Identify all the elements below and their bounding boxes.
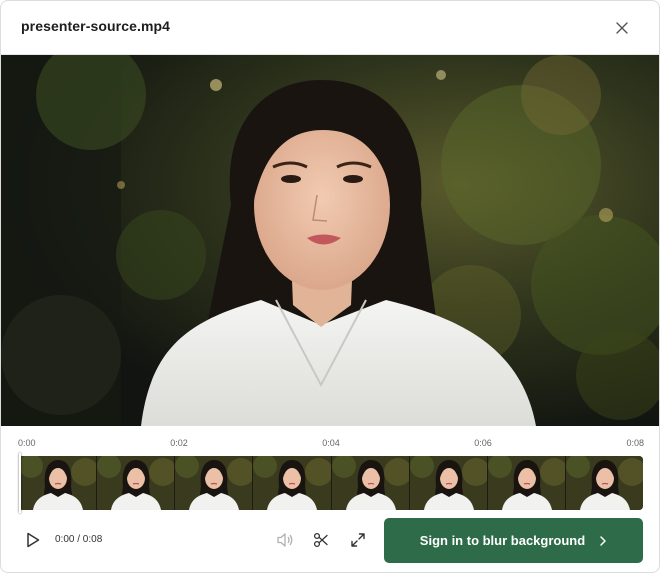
close-icon <box>616 22 628 34</box>
tick-label: 0:00 <box>18 438 36 448</box>
trim-button[interactable] <box>309 528 333 552</box>
filmstrip-frame <box>565 456 643 510</box>
video-frame-image <box>1 55 659 426</box>
timeline-playhead[interactable] <box>19 453 21 513</box>
mute-button[interactable] <box>273 528 297 552</box>
filmstrip-frame <box>175 456 254 510</box>
player-controls: 0:00 / 0:08 Sign in to blur background <box>1 513 659 569</box>
chevron-right-icon <box>600 535 606 546</box>
expand-icon <box>351 533 365 547</box>
filmstrip-frame <box>331 456 410 510</box>
fullscreen-button[interactable] <box>346 528 370 552</box>
filmstrip-frame <box>19 456 98 510</box>
video-dialog: presenter-source.mp4 0:00 0:02 0:04 0:06… <box>0 0 660 573</box>
cta-label: Sign in to blur background <box>419 533 586 548</box>
dialog-title: presenter-source.mp4 <box>21 18 171 34</box>
filmstrip-frame <box>97 456 176 510</box>
play-icon <box>27 532 40 548</box>
tick-label: 0:04 <box>322 438 340 448</box>
tick-label: 0:06 <box>474 438 492 448</box>
filmstrip-frame <box>409 456 488 510</box>
video-preview[interactable] <box>1 55 659 426</box>
play-button[interactable] <box>21 528 45 552</box>
sign-in-blur-button[interactable]: Sign in to blur background <box>384 518 643 563</box>
dialog-header: presenter-source.mp4 <box>1 1 659 55</box>
filmstrip-frame <box>487 456 566 510</box>
timeline-filmstrip[interactable] <box>19 456 643 510</box>
tick-label: 0:02 <box>170 438 188 448</box>
time-display: 0:00 / 0:08 <box>55 534 103 545</box>
filmstrip-frame <box>253 456 332 510</box>
close-button[interactable] <box>611 17 633 39</box>
volume-icon <box>277 533 293 547</box>
tick-label: 0:08 <box>626 438 644 448</box>
scissors-icon <box>313 532 328 548</box>
timeline-ruler: 0:00 0:02 0:04 0:06 0:08 <box>1 434 659 450</box>
